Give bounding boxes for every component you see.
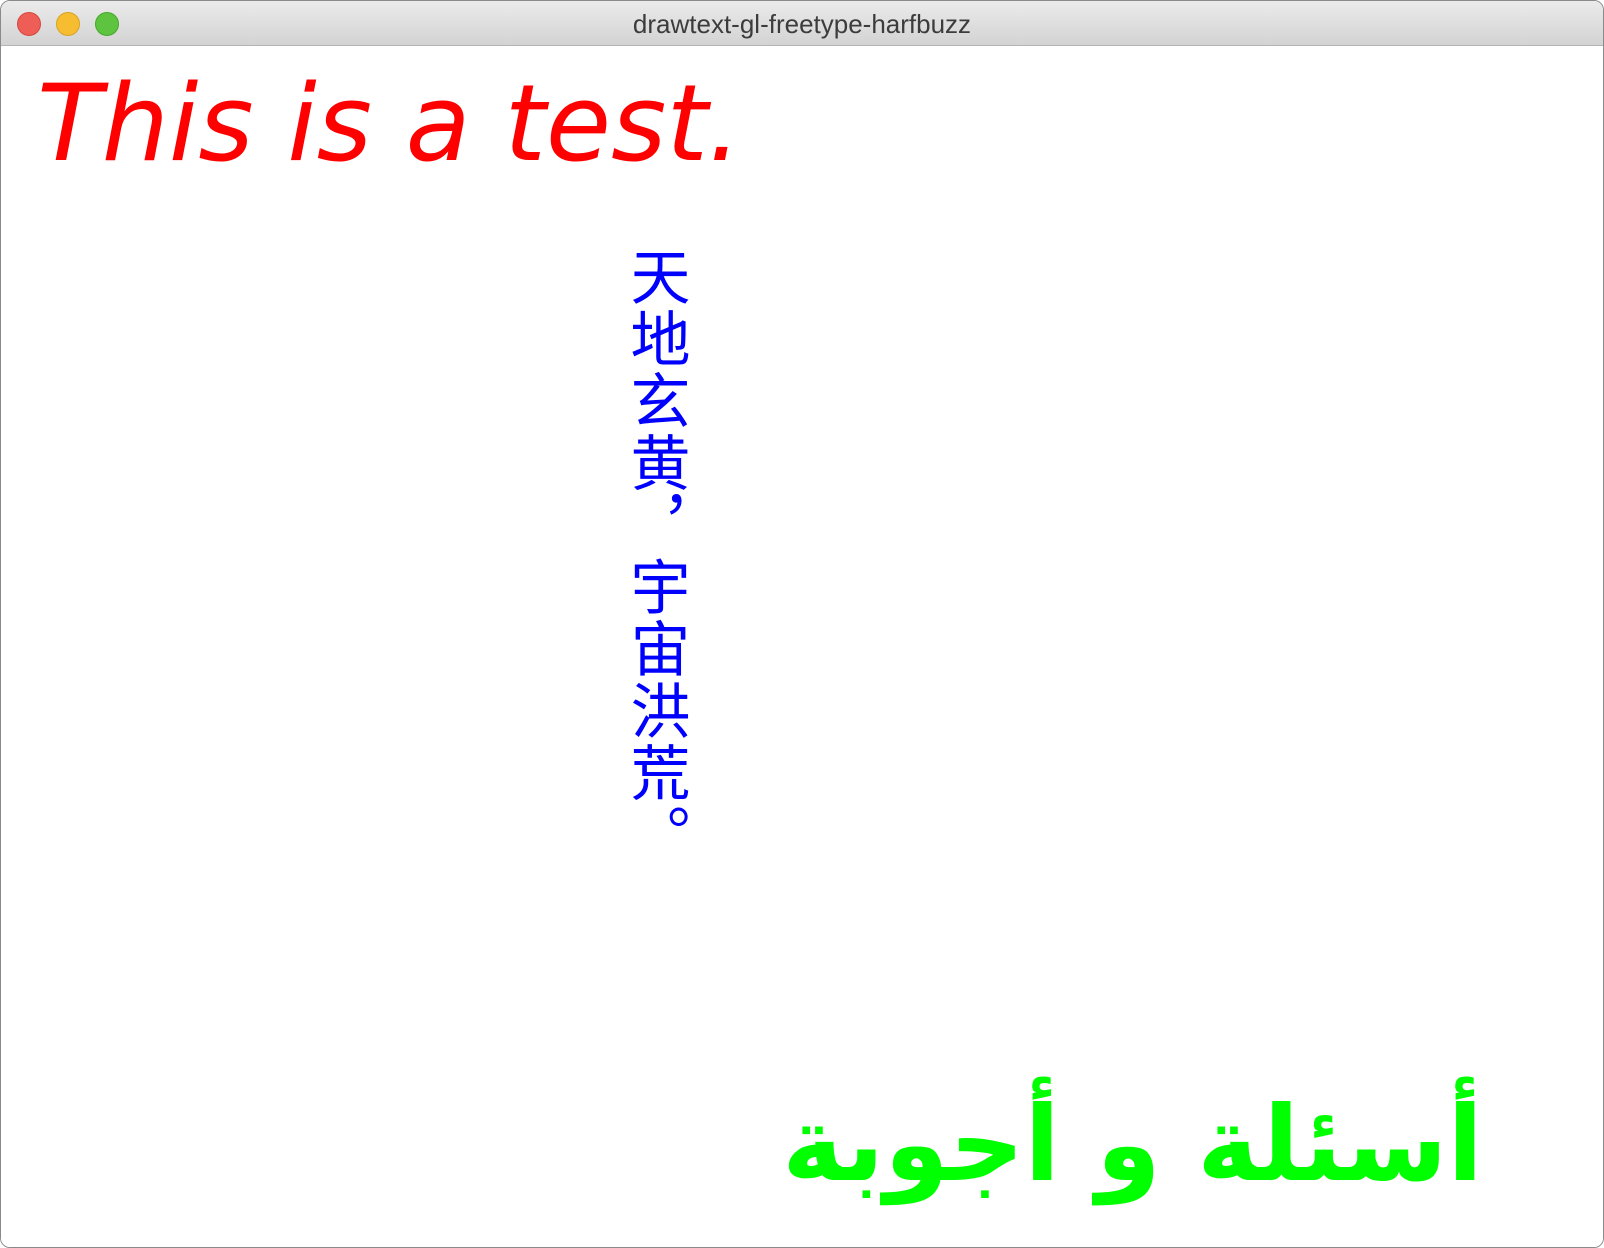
title-bar[interactable]: drawtext-gl-freetype-harfbuzz [1, 1, 1603, 46]
arabic-text: أسئلة و أجوبة [782, 1083, 1483, 1205]
app-window: drawtext-gl-freetype-harfbuzz This is a … [0, 0, 1604, 1248]
render-canvas: This is a test. 天地玄黄，宇宙洪荒。 أسئلة و أجوبة [1, 46, 1603, 1247]
window-title: drawtext-gl-freetype-harfbuzz [632, 9, 972, 39]
cjk-vertical-text: 天地玄黄，宇宙洪荒。 [620, 246, 690, 866]
latin-test-text: This is a test. [37, 62, 742, 185]
